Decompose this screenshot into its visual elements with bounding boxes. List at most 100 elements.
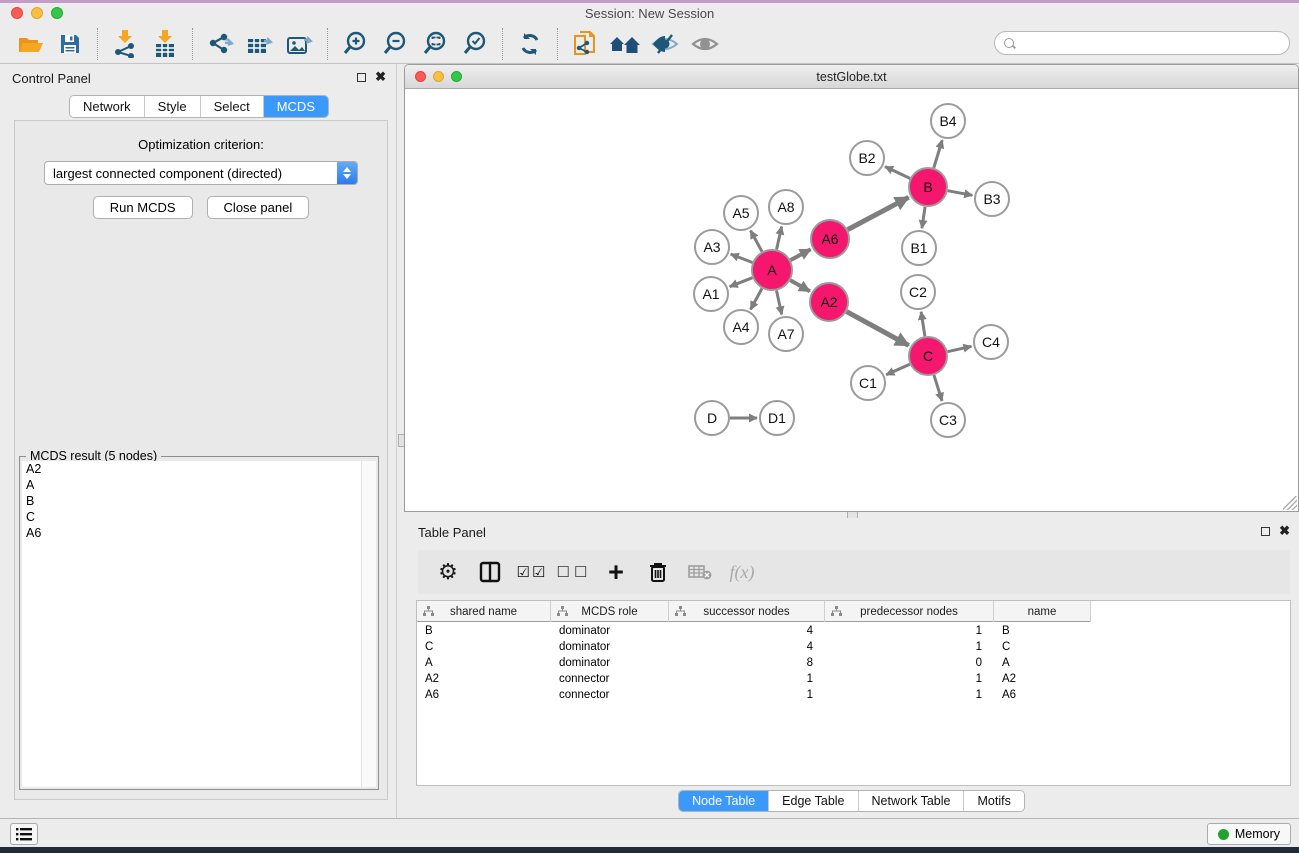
graph-edge-C-C3[interactable]	[934, 375, 942, 401]
tab-mcds[interactable]: MCDS	[263, 96, 328, 117]
graph-edge-A-A6[interactable]	[791, 249, 811, 260]
table-cell[interactable]: 8	[669, 657, 825, 669]
zoom-out-icon[interactable]	[375, 26, 415, 62]
column-header-shared-name[interactable]: shared name	[417, 601, 551, 622]
close-table-panel-icon[interactable]: ✖	[1279, 526, 1290, 536]
mcds-result-item[interactable]: A2	[22, 461, 361, 477]
mcds-result-item[interactable]: B	[22, 493, 361, 509]
graph-edge-C-C2[interactable]	[921, 312, 925, 336]
column-header-name[interactable]: name	[994, 601, 1091, 622]
tab-node-table[interactable]: Node Table	[679, 791, 768, 811]
mcds-result-item[interactable]: C	[22, 509, 361, 525]
show-all-icon[interactable]	[685, 26, 725, 62]
delete-column-icon[interactable]	[644, 557, 672, 587]
graph-edge-B-B3[interactable]	[948, 191, 973, 196]
float-table-panel-icon[interactable]	[1261, 527, 1270, 536]
graph-edge-C-C1[interactable]	[886, 364, 910, 375]
network-maximize-button[interactable]	[451, 71, 462, 82]
deselect-all-columns-icon[interactable]: ☐☐	[560, 557, 588, 587]
tab-select[interactable]: Select	[200, 96, 263, 117]
tab-edge-table[interactable]: Edge Table	[768, 791, 857, 811]
table-cell[interactable]: 1	[825, 625, 994, 637]
window-resize-grip[interactable]	[1283, 496, 1297, 510]
import-network-icon[interactable]	[105, 26, 145, 62]
table-settings-icon[interactable]: ⚙	[434, 557, 462, 587]
table-row[interactable]: Adominator80A	[417, 655, 1290, 671]
tab-network-table[interactable]: Network Table	[858, 791, 964, 811]
table-cell[interactable]: C	[417, 641, 551, 653]
table-cell[interactable]: dominator	[551, 625, 669, 637]
tab-style[interactable]: Style	[144, 96, 200, 117]
task-history-button[interactable]	[10, 823, 38, 845]
close-panel-icon[interactable]: ✖	[375, 72, 386, 82]
network-canvas[interactable]: AA1A2A3A4A5A6A7A8BB1B2B3B4CC1C2C3C4DD1	[405, 89, 1298, 511]
maximize-window-button[interactable]	[51, 7, 63, 19]
table-cell[interactable]: 1	[669, 689, 825, 701]
graph-edge-A-A5[interactable]	[751, 231, 762, 252]
graph-edge-A-A1[interactable]	[730, 278, 753, 287]
column-header-MCDS-role[interactable]: MCDS role	[551, 601, 669, 622]
table-cell[interactable]: connector	[551, 689, 669, 701]
table-cell[interactable]: A6	[994, 689, 1091, 701]
graph-edge-A6-B[interactable]	[848, 197, 909, 229]
tab-motifs[interactable]: Motifs	[963, 791, 1023, 811]
table-cell[interactable]: A6	[417, 689, 551, 701]
table-row[interactable]: Cdominator41C	[417, 639, 1290, 655]
graph-edge-A-A4[interactable]	[751, 288, 762, 309]
table-cell[interactable]: connector	[551, 673, 669, 685]
search-input[interactable]	[1016, 34, 1289, 52]
table-cell[interactable]: A	[417, 657, 551, 669]
network-close-button[interactable]	[415, 71, 426, 82]
create-column-icon[interactable]: +	[602, 557, 630, 587]
refresh-icon[interactable]	[510, 26, 550, 62]
network-minimize-button[interactable]	[433, 71, 444, 82]
save-session-icon[interactable]	[50, 26, 90, 62]
first-neighbors-icon[interactable]	[605, 26, 645, 62]
panel-splitter[interactable]	[396, 64, 397, 818]
table-cell[interactable]: A2	[994, 673, 1091, 685]
table-cell[interactable]: 1	[825, 673, 994, 685]
table-cell[interactable]: A2	[417, 673, 551, 685]
close-panel-button[interactable]: Close panel	[207, 196, 310, 219]
table-cell[interactable]: 1	[669, 673, 825, 685]
open-session-icon[interactable]	[10, 26, 50, 62]
table-cell[interactable]: C	[994, 641, 1091, 653]
table-cell[interactable]: 0	[825, 657, 994, 669]
export-image-icon[interactable]	[280, 26, 320, 62]
clone-network-icon[interactable]	[565, 26, 605, 62]
table-cell[interactable]: A	[994, 657, 1091, 669]
graph-edge-A-A7[interactable]	[776, 291, 781, 315]
import-table-icon[interactable]	[145, 26, 185, 62]
column-header-successor-nodes[interactable]: successor nodes	[669, 601, 825, 622]
graph-edge-A-A3[interactable]	[731, 254, 753, 262]
table-cell[interactable]: B	[994, 625, 1091, 637]
float-panel-icon[interactable]	[357, 73, 366, 82]
criterion-dropdown[interactable]: largest connected component (directed)	[44, 161, 358, 185]
mcds-result-item[interactable]: A	[22, 477, 361, 493]
show-columns-icon[interactable]	[476, 557, 504, 587]
table-cell[interactable]: 1	[825, 641, 994, 653]
mcds-result-scrollbar[interactable]	[362, 461, 376, 787]
memory-button[interactable]: Memory	[1207, 823, 1291, 845]
tab-network[interactable]: Network	[70, 96, 144, 117]
close-window-button[interactable]	[11, 7, 23, 19]
export-network-icon[interactable]	[200, 26, 240, 62]
graph-edge-B-B2[interactable]	[885, 167, 910, 179]
graph-edge-A-A2[interactable]	[790, 280, 810, 291]
table-row[interactable]: A2connector11A2	[417, 671, 1290, 687]
hide-selected-icon[interactable]	[645, 26, 685, 62]
table-row[interactable]: A6connector11A6	[417, 687, 1290, 703]
run-mcds-button[interactable]: Run MCDS	[93, 196, 193, 219]
graph-edge-B-B4[interactable]	[934, 140, 942, 168]
graph-edge-B-B1[interactable]	[922, 207, 925, 228]
table-cell[interactable]: dominator	[551, 641, 669, 653]
graph-edge-A-A8[interactable]	[777, 227, 782, 250]
table-cell[interactable]: dominator	[551, 657, 669, 669]
zoom-fit-icon[interactable]	[415, 26, 455, 62]
table-cell[interactable]: 1	[825, 689, 994, 701]
graph-edge-C-C4[interactable]	[948, 346, 972, 351]
mcds-result-item[interactable]: A6	[22, 525, 361, 541]
minimize-window-button[interactable]	[31, 7, 43, 19]
select-all-columns-icon[interactable]: ☑☑	[518, 557, 546, 587]
zoom-in-icon[interactable]	[335, 26, 375, 62]
